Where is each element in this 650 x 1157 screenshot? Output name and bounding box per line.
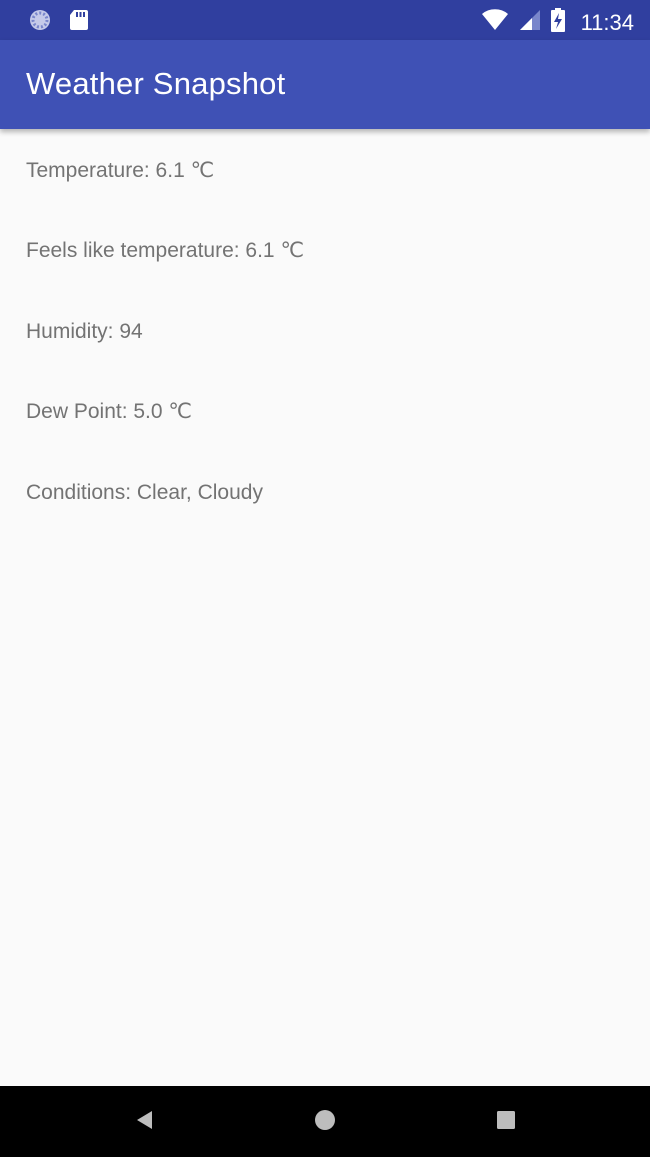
home-icon — [314, 1109, 336, 1136]
app-title: Weather Snapshot — [26, 66, 286, 101]
battery-charging-icon — [550, 8, 565, 37]
cell-signal-icon — [519, 9, 541, 36]
back-icon — [134, 1109, 156, 1136]
wifi-icon — [481, 9, 509, 36]
sync-icon — [29, 9, 51, 36]
temperature-text: Temperature: 6.1 ℃ — [26, 159, 215, 182]
feels-like-text: Feels like temperature: 6.1 ℃ — [26, 239, 305, 262]
sd-card-icon — [69, 9, 89, 36]
screen: 11:34 Weather Snapshot Temperature: 6.1 … — [0, 0, 650, 1157]
humidity-text: Humidity: 94 — [26, 320, 143, 343]
navigation-bar — [0, 1086, 650, 1157]
back-button[interactable] — [132, 1109, 158, 1135]
conditions-text: Conditions: Clear, Cloudy — [26, 481, 263, 504]
home-button[interactable] — [312, 1109, 338, 1135]
weather-content: Temperature: 6.1 ℃ Feels like temperatur… — [0, 129, 650, 1086]
status-bar: 11:34 — [0, 0, 650, 40]
status-left — [29, 9, 89, 36]
app-bar: Weather Snapshot — [0, 40, 650, 129]
status-time: 11:34 — [580, 9, 634, 35]
status-right: 11:34 — [481, 8, 634, 37]
dew-point-text: Dew Point: 5.0 ℃ — [26, 400, 192, 423]
recents-button[interactable] — [493, 1109, 519, 1135]
recents-icon — [495, 1109, 517, 1136]
